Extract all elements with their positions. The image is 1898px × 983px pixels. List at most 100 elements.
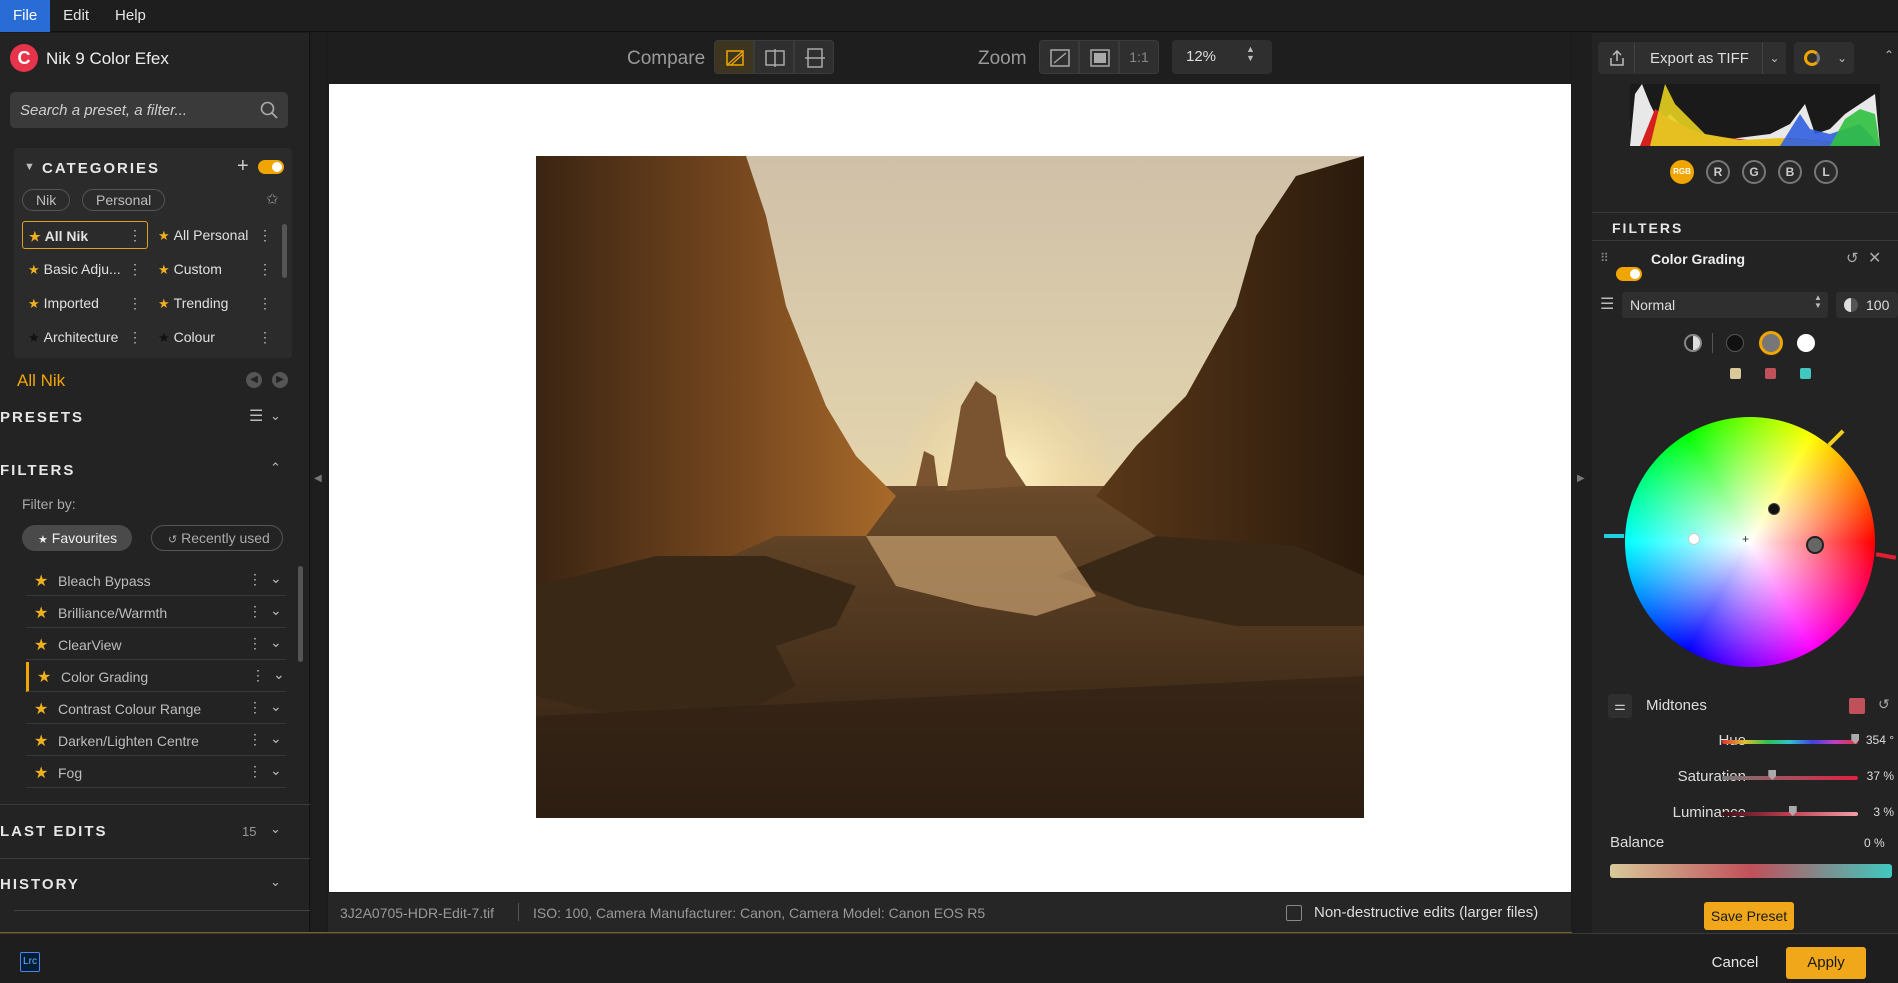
export-button[interactable]: Export as TIFF xyxy=(1598,42,1784,74)
list-view-icon[interactable]: ☰ xyxy=(249,406,263,426)
filters-scrollbar[interactable] xyxy=(298,566,303,662)
luminance-slider[interactable]: Luminance 3 % xyxy=(1600,798,1896,828)
category-menu-icon[interactable]: ⋮ xyxy=(128,227,142,244)
fit-screen-icon[interactable] xyxy=(1039,40,1079,74)
presets-header[interactable]: PRESETS xyxy=(0,409,84,426)
last-edits-header[interactable]: LAST EDITS xyxy=(0,823,108,840)
filter-enable-toggle[interactable] xyxy=(1616,267,1642,281)
category-menu-icon[interactable]: ⋮ xyxy=(258,295,272,312)
favourites-chip[interactable]: ★ Favourites xyxy=(22,525,132,551)
divider xyxy=(0,804,310,805)
chevron-down-icon[interactable]: ⌄ xyxy=(270,874,281,890)
channel-l-button[interactable]: L xyxy=(1814,160,1838,184)
zoom-select[interactable]: 12% xyxy=(1172,40,1272,74)
midtones-handle[interactable] xyxy=(1806,536,1824,554)
spinner-arrows-icon[interactable]: ▲ ▼ xyxy=(1814,294,1822,310)
category-menu-icon[interactable]: ⋮ xyxy=(128,329,142,346)
adjustments-icon[interactable]: ⚌ xyxy=(1608,694,1632,718)
color-wheel[interactable]: + xyxy=(1625,417,1875,667)
midtones-swatch[interactable] xyxy=(1759,331,1783,355)
filter-item[interactable]: ★ Fog ⋮ ⌄ xyxy=(26,758,286,788)
categories-collapse-icon[interactable]: ▼ xyxy=(24,161,35,173)
filter-item[interactable]: ★ Contrast Colour Range ⋮ ⌄ xyxy=(26,694,286,724)
close-icon[interactable]: ✕ xyxy=(1868,248,1881,268)
history-header[interactable]: HISTORY xyxy=(0,876,80,893)
blend-mode-select[interactable]: Normal xyxy=(1622,292,1828,318)
menu-edit[interactable]: Edit xyxy=(50,0,102,32)
channel-b-button[interactable]: B xyxy=(1778,160,1802,184)
add-category-icon[interactable]: + xyxy=(237,155,249,178)
filter-item[interactable]: ★ ClearView ⋮ ⌄ xyxy=(26,630,286,660)
menu-icon[interactable]: ☰ xyxy=(1600,294,1614,314)
compare-label: Compare xyxy=(627,48,706,69)
left-panel-collapse-strip[interactable]: ◀ xyxy=(312,33,326,933)
loupe-ring-icon[interactable] xyxy=(1794,42,1830,74)
compare-top-bottom-icon[interactable] xyxy=(794,40,834,74)
compare-side-by-side-icon[interactable] xyxy=(754,40,794,74)
save-preset-button[interactable]: Save Preset xyxy=(1704,902,1794,930)
nondestructive-checkbox[interactable] xyxy=(1286,905,1302,921)
lightroom-icon[interactable]: Lrc xyxy=(20,952,40,972)
chevron-down-icon[interactable]: ⌄ xyxy=(1830,42,1854,74)
reset-icon[interactable]: ↺ xyxy=(1846,249,1859,267)
shadows-swatch[interactable] xyxy=(1726,334,1744,352)
shadows-color-chip xyxy=(1730,368,1741,379)
category-menu-icon[interactable]: ⋮ xyxy=(258,227,272,244)
chevron-down-icon[interactable]: ⌄ xyxy=(270,408,281,424)
compare-split-icon[interactable] xyxy=(714,40,754,74)
filter-item-active[interactable]: ★ Color Grading ⋮ ⌄ xyxy=(26,662,286,692)
pill-personal[interactable]: Personal xyxy=(82,189,166,211)
category-menu-icon[interactable]: ⋮ xyxy=(128,261,142,278)
fill-screen-icon[interactable] xyxy=(1079,40,1119,74)
apply-button[interactable]: Apply xyxy=(1786,947,1866,979)
category-menu-icon[interactable]: ⋮ xyxy=(128,295,142,312)
star-icon: ★ xyxy=(34,605,49,622)
shadows-handle[interactable] xyxy=(1768,503,1780,515)
chevron-down-icon[interactable]: ⌄ xyxy=(270,821,281,837)
filter-item[interactable]: ★ Brilliance/Warmth ⋮ ⌄ xyxy=(26,598,286,628)
collapse-left-icon[interactable]: ◀ xyxy=(314,473,322,484)
spinner-arrows-icon[interactable]: ▲ ▼ xyxy=(1246,45,1255,63)
channel-r-button[interactable]: R xyxy=(1706,160,1730,184)
photo-preview xyxy=(536,156,1364,818)
chevron-up-icon[interactable]: ⌃ xyxy=(270,460,281,476)
channel-g-button[interactable]: G xyxy=(1742,160,1766,184)
filters-panel-header: FILTERS xyxy=(1612,220,1684,236)
zoom-one-to-one-button[interactable]: 1:1 xyxy=(1119,40,1159,74)
categories-toggle[interactable] xyxy=(258,160,284,174)
zoom-label: Zoom xyxy=(978,48,1027,69)
highlights-swatch[interactable] xyxy=(1797,334,1815,352)
tone-color-swatch[interactable] xyxy=(1849,698,1865,714)
pill-nik[interactable]: Nik xyxy=(22,189,71,211)
right-panel-collapse-strip[interactable]: ▶ xyxy=(1572,33,1592,933)
categories-scrollbar[interactable] xyxy=(282,224,287,278)
opacity-field[interactable]: 100 xyxy=(1836,292,1898,318)
hue-slider[interactable]: Hue 354 ° xyxy=(1600,726,1896,756)
search-icon[interactable] xyxy=(260,101,278,119)
drag-handle-icon[interactable]: ⠿ xyxy=(1600,251,1609,265)
all-tones-icon[interactable] xyxy=(1684,334,1702,352)
categories-header: CATEGORIES xyxy=(42,160,161,177)
category-menu-icon[interactable]: ⋮ xyxy=(258,261,272,278)
menu-help[interactable]: Help xyxy=(102,0,159,32)
filters-header[interactable]: FILTERS xyxy=(0,462,75,479)
share-icon xyxy=(1610,49,1624,66)
saturation-slider[interactable]: Saturation 37 % xyxy=(1600,762,1896,792)
cancel-button[interactable]: Cancel xyxy=(1700,947,1770,979)
balance-slider[interactable] xyxy=(1610,864,1892,878)
reset-icon[interactable]: ↺ xyxy=(1878,696,1890,713)
filter-item[interactable]: ★ Darken/Lighten Centre ⋮ ⌄ xyxy=(26,726,286,756)
collapse-right-icon[interactable]: ▶ xyxy=(1577,473,1585,484)
next-arrow-icon[interactable]: ▶ xyxy=(272,372,288,388)
collapse-panel-icon[interactable]: ⌃ xyxy=(1884,48,1894,62)
filter-item[interactable]: ★ Bleach Bypass ⋮ ⌄ xyxy=(26,566,286,596)
recently-used-chip[interactable]: ↺ Recently used xyxy=(151,525,283,551)
footer-bar xyxy=(0,933,1898,983)
channel-rgb-button[interactable]: RGB xyxy=(1670,160,1694,184)
prev-arrow-icon[interactable]: ◀ xyxy=(246,372,262,388)
menu-file[interactable]: File xyxy=(0,0,51,32)
highlights-handle[interactable] xyxy=(1688,533,1700,545)
star-filter-icon[interactable]: ✩ xyxy=(266,190,279,208)
category-menu-icon[interactable]: ⋮ xyxy=(258,329,272,346)
export-dropdown-icon[interactable]: ⌄ xyxy=(1762,42,1786,74)
